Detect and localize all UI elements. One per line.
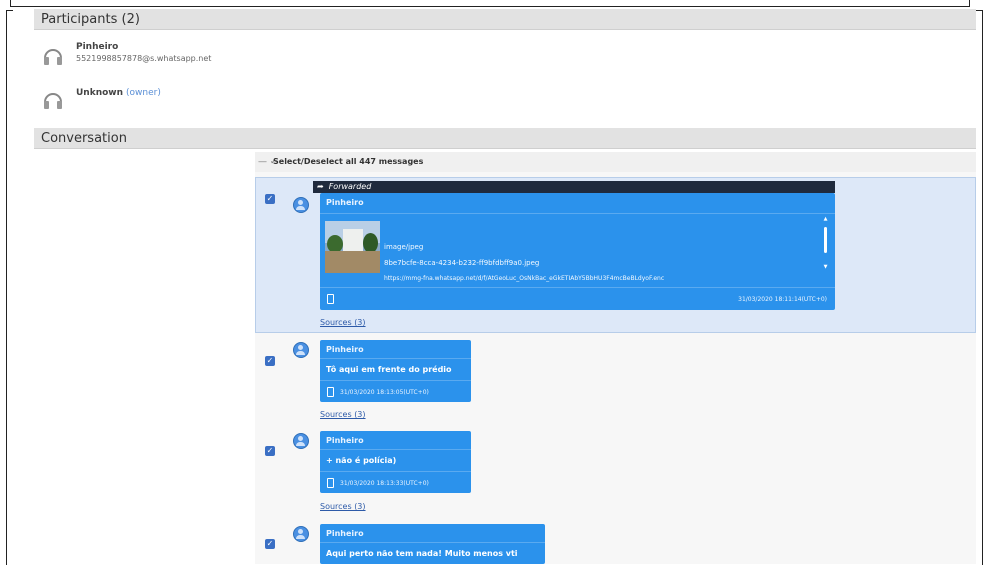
scroll-up-arrow-icon[interactable]: ▲ <box>823 217 828 222</box>
attachment-scrollbar[interactable]: ▲ ▼ <box>823 217 828 270</box>
phone-icon <box>327 387 334 397</box>
message-timestamp: 31/03/2020 18:13:33(UTC+0) <box>340 480 429 487</box>
right-frame-bracket <box>976 10 983 565</box>
participant-name: Pinheiro <box>76 42 119 52</box>
attachment-thumbnail[interactable] <box>325 221 380 273</box>
scroll-down-arrow-icon[interactable]: ▼ <box>823 265 828 270</box>
bubble-divider <box>320 542 545 543</box>
phone-icon <box>327 478 334 488</box>
message-bubble[interactable]: Pinheiro Tô aqui em frente do prédio 31/… <box>320 340 471 402</box>
message-sender: Pinheiro <box>326 436 364 445</box>
message-timestamp: 31/03/2020 18:11:14(UTC+0) <box>738 296 827 303</box>
select-all-bar[interactable]: — ✓ Select/Deselect all 447 messages <box>255 152 976 172</box>
avatar-icon <box>293 433 309 449</box>
message-bubble[interactable]: Pinheiro + não é polícia) 31/03/2020 18:… <box>320 431 471 493</box>
message-bubble[interactable]: Pinheiro Aqui perto não tem nada! Muito … <box>320 524 545 564</box>
participant-name-text: Unknown <box>76 88 124 98</box>
avatar-icon <box>293 197 309 213</box>
message-checkbox[interactable]: ✓ <box>265 539 275 549</box>
forwarded-label: Forwarded <box>328 182 372 191</box>
attachment-mime: image/jpeg <box>384 243 424 251</box>
message-text: Tô aqui em frente do prédio <box>326 365 452 374</box>
owner-tag: (owner) <box>126 88 161 98</box>
participant-item[interactable]: Unknown (owner) <box>40 88 240 118</box>
conversation-header[interactable]: Conversation <box>34 128 976 149</box>
participant-id: 5521998857878@s.whatsapp.net <box>76 54 212 63</box>
sources-link[interactable]: Sources (3) <box>320 410 366 419</box>
bubble-divider <box>320 213 835 214</box>
bubble-divider <box>320 380 471 381</box>
phone-icon <box>327 294 334 304</box>
message-sender: Pinheiro <box>326 529 364 538</box>
message-bubble[interactable]: Pinheiro image/jpeg 8be7bcfe-8cca-4234-b… <box>320 193 835 310</box>
avatar-icon <box>293 342 309 358</box>
bubble-divider <box>320 449 471 450</box>
participant-name: Unknown (owner) <box>76 88 161 98</box>
message-checkbox[interactable]: ✓ <box>265 356 275 366</box>
participants-header[interactable]: Participants (2) <box>34 9 976 30</box>
message-sender: Pinheiro <box>326 345 364 354</box>
headphones-icon <box>44 93 62 109</box>
attachment-filename[interactable]: 8be7bcfe-8cca-4234-b232-ff9bfdbff9a0.jpe… <box>384 259 539 267</box>
participant-item[interactable]: Pinheiro 5521998857878@s.whatsapp.net <box>40 42 300 72</box>
top-frame-border <box>10 0 970 7</box>
bubble-divider <box>320 471 471 472</box>
select-all-label: Select/Deselect all 447 messages <box>273 157 424 166</box>
message-text: + não é polícia) <box>326 456 397 465</box>
left-frame-bracket <box>6 10 13 565</box>
attachment-url[interactable]: https://mmg-fna.whatsapp.net/d/f/AtGeoLu… <box>384 275 664 282</box>
message-checkbox[interactable]: ✓ <box>265 194 275 204</box>
message-timestamp: 31/03/2020 18:13:05(UTC+0) <box>340 389 429 396</box>
message-checkbox[interactable]: ✓ <box>265 446 275 456</box>
headphones-icon <box>44 49 62 65</box>
sources-link[interactable]: Sources (3) <box>320 318 366 327</box>
message-sender: Pinheiro <box>326 198 364 207</box>
bubble-divider <box>320 358 471 359</box>
message-text: Aqui perto não tem nada! Muito menos vti <box>326 549 518 558</box>
scroll-thumb[interactable] <box>824 227 827 253</box>
sources-link[interactable]: Sources (3) <box>320 502 366 511</box>
forwarded-bar: ➦ Forwarded <box>313 181 835 193</box>
avatar-icon <box>293 526 309 542</box>
forward-arrow-icon: ➦ <box>317 182 324 191</box>
bubble-divider <box>320 287 835 288</box>
